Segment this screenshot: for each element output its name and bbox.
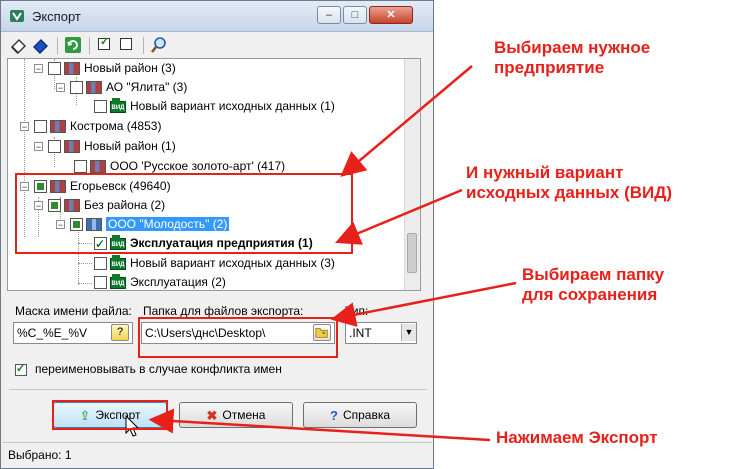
node-checkbox[interactable] bbox=[94, 257, 107, 271]
node-checkbox[interactable] bbox=[34, 120, 47, 134]
vid-folder-icon: ВИД bbox=[110, 273, 126, 289]
district-icon bbox=[64, 140, 80, 154]
collapse-toggle[interactable]: − bbox=[20, 122, 29, 132]
tree-scrollbar[interactable] bbox=[404, 59, 420, 290]
mask-label: Маска имени файла: bbox=[15, 304, 132, 318]
rename-label: переименовывать в случае конфликта имен bbox=[35, 362, 282, 376]
node-checkbox[interactable] bbox=[70, 81, 83, 95]
cancel-button[interactable]: ✖ Отмена bbox=[179, 402, 293, 428]
city-icon bbox=[50, 120, 66, 134]
divider bbox=[9, 389, 427, 390]
tree-node-label: Новый район (3) bbox=[84, 61, 176, 75]
vid-folder-icon: ВИД bbox=[110, 97, 126, 113]
status-bar: Выбрано: 1 bbox=[2, 442, 432, 469]
cancel-x-icon: ✖ bbox=[206, 407, 218, 423]
refresh-icon[interactable] bbox=[63, 35, 83, 55]
rename-checkbox-box[interactable]: ✓ bbox=[15, 363, 27, 376]
window-title: Экспорт bbox=[32, 9, 81, 24]
chevron-down-icon[interactable]: ▼ bbox=[401, 324, 416, 341]
tree-node-district[interactable]: − Новый район (1) bbox=[34, 137, 176, 155]
help-button[interactable]: ? Справка bbox=[303, 402, 417, 428]
note-choose-variant: И нужный вариант исходных данных (ВИД) bbox=[466, 163, 673, 202]
tree-node-enterprise[interactable]: − АО "Ялита" (3) bbox=[56, 78, 187, 96]
tree-node-variant[interactable]: ВИД Новый вариант исходных данных (1) bbox=[94, 97, 335, 115]
district-icon bbox=[64, 62, 80, 76]
tree-node-label: Кострома (4853) bbox=[70, 119, 162, 133]
check-all-icon[interactable]: ✓ bbox=[95, 35, 115, 55]
toolbar-separator bbox=[57, 37, 58, 54]
type-label: Тип: bbox=[345, 304, 369, 318]
uncheck-all-icon[interactable] bbox=[117, 35, 137, 55]
toolbar: ✓ bbox=[3, 32, 431, 58]
node-checkbox[interactable] bbox=[48, 62, 61, 76]
mask-help-button[interactable]: ? bbox=[111, 324, 129, 341]
note-choose-enterprise: Выбираем нужное предприятие bbox=[494, 38, 651, 77]
node-checkbox[interactable] bbox=[94, 100, 107, 114]
node-checkbox[interactable] bbox=[48, 140, 61, 154]
enterprise-icon bbox=[90, 160, 106, 174]
title-bar: Экспорт – □ ✕ bbox=[1, 1, 433, 32]
cancel-button-label: Отмена bbox=[222, 408, 266, 422]
help-icon: ? bbox=[329, 407, 338, 423]
tree-node-label: АО "Ялита" (3) bbox=[106, 80, 188, 94]
collapse-toggle[interactable]: − bbox=[34, 64, 43, 74]
app-logo-icon bbox=[10, 10, 24, 22]
highlight-export bbox=[52, 400, 168, 430]
type-select-value: .INT bbox=[349, 326, 372, 340]
tree-node-variant[interactable]: ВИД Новый вариант исходных данных (3) bbox=[94, 254, 335, 272]
node-checkbox[interactable] bbox=[94, 276, 107, 290]
selected-count: Выбрано: 1 bbox=[8, 448, 72, 462]
enterprise-icon bbox=[86, 81, 102, 95]
highlight-folder bbox=[138, 317, 338, 358]
node-checkbox[interactable] bbox=[74, 160, 87, 174]
eraser-icon[interactable] bbox=[9, 35, 29, 55]
vid-folder-icon: ВИД bbox=[110, 254, 126, 270]
toolbar-separator bbox=[143, 37, 144, 54]
eraser-blue-icon[interactable] bbox=[31, 35, 51, 55]
tree-node-variant[interactable]: ВИД Эксплуатация (2) bbox=[94, 273, 226, 290]
maximize-button[interactable]: □ bbox=[343, 6, 367, 24]
tree-node-label: ООО 'Русское золото-арт' (417) bbox=[110, 159, 286, 173]
rename-checkbox[interactable]: ✓ bbox=[15, 362, 30, 376]
minimize-button[interactable]: – bbox=[317, 6, 341, 24]
close-button[interactable]: ✕ bbox=[369, 6, 413, 24]
tree-node-city[interactable]: − Кострома (4853) bbox=[20, 117, 161, 135]
tree-node-label: Новый вариант исходных данных (1) bbox=[130, 99, 335, 113]
tree-connector bbox=[78, 283, 92, 284]
collapse-toggle[interactable]: − bbox=[34, 142, 43, 152]
folder-label: Папка для файлов экспорта: bbox=[143, 304, 304, 318]
tree-connector bbox=[78, 263, 92, 264]
tree-node-district[interactable]: − Новый район (3) bbox=[34, 59, 176, 77]
tree-node-label: Эксплуатация (2) bbox=[130, 275, 226, 289]
help-button-label: Справка bbox=[342, 408, 391, 422]
collapse-toggle[interactable]: − bbox=[56, 83, 65, 93]
toolbar-separator bbox=[89, 37, 90, 54]
note-press-export: Нажимаем Экспорт bbox=[496, 428, 658, 447]
tree-node-label: Новый вариант исходных данных (3) bbox=[130, 256, 335, 270]
search-icon[interactable] bbox=[149, 35, 169, 55]
tree-node-label: Новый район (1) bbox=[84, 139, 176, 153]
highlight-tree-selection bbox=[15, 173, 353, 254]
scrollbar-thumb[interactable] bbox=[407, 233, 417, 273]
note-choose-folder: Выбираем папку для сохранения bbox=[522, 265, 665, 304]
